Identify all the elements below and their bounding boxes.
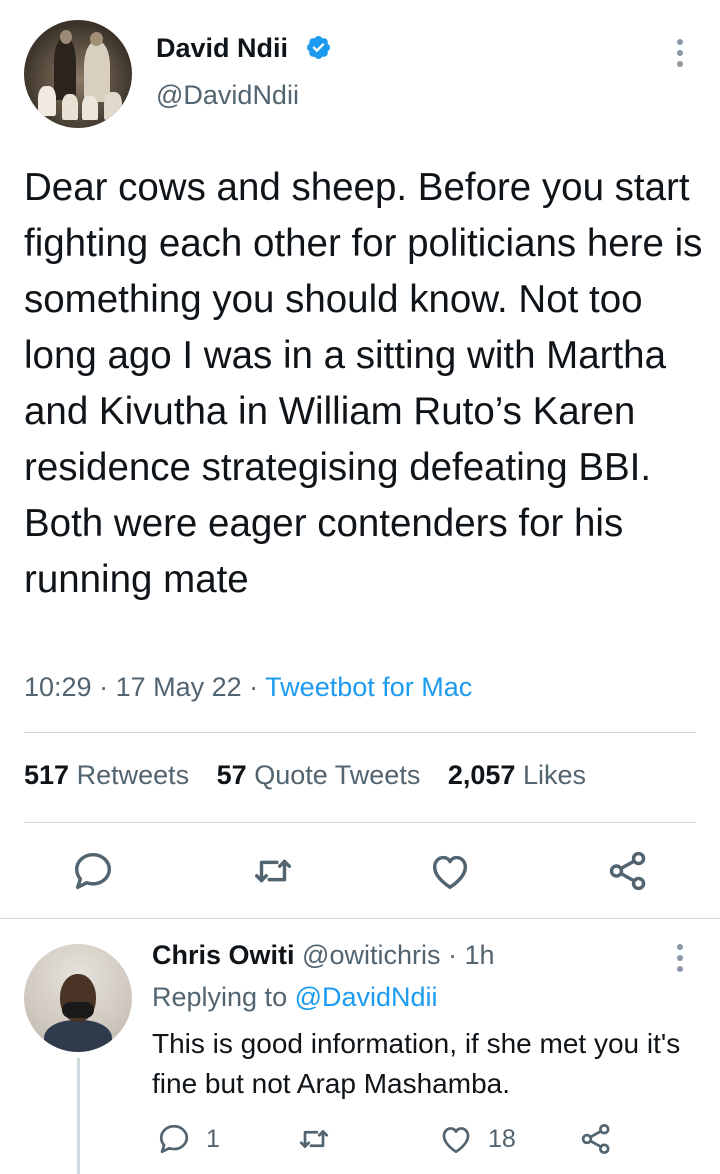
- divider: [0, 918, 720, 919]
- share-icon: [609, 851, 646, 891]
- author-name[interactable]: David Ndii: [156, 33, 288, 64]
- reply-retweet-button[interactable]: [296, 1120, 346, 1158]
- more-vertical-icon[interactable]: [668, 36, 692, 70]
- thread-line: [77, 1058, 80, 1174]
- quotes-stat[interactable]: 57 Quote Tweets: [217, 760, 421, 790]
- divider: [24, 822, 696, 823]
- reply-age: 1h: [464, 940, 495, 970]
- likes-stat[interactable]: 2,057 Likes: [448, 760, 586, 790]
- tweet-stats: 517 Retweets 57 Quote Tweets 2,057 Likes: [24, 760, 606, 791]
- heart-icon: [432, 855, 468, 890]
- author-handle[interactable]: @DavidNdii: [156, 80, 299, 111]
- author-avatar[interactable]: [24, 20, 132, 128]
- reply-share-button[interactable]: [578, 1120, 628, 1158]
- replying-to: Replying to @DavidNdii: [152, 982, 438, 1013]
- quotes-count: 57: [216, 760, 247, 790]
- reply-button[interactable]: [70, 848, 116, 894]
- reply-count: 1: [206, 1124, 220, 1153]
- retweets-label: Retweets: [76, 760, 190, 790]
- replying-to-handle[interactable]: @DavidNdii: [295, 982, 438, 1012]
- reply-header: Chris Owiti @owitichris · 1h: [152, 940, 495, 971]
- retweet-button[interactable]: [250, 848, 296, 894]
- reply-author-name[interactable]: Chris Owiti: [152, 940, 295, 970]
- meta-separator: ·: [241, 672, 266, 702]
- share-button[interactable]: [605, 848, 651, 894]
- source-app-link[interactable]: Tweetbot for Mac: [265, 672, 472, 702]
- reply-author-handle[interactable]: @owitichris: [302, 940, 440, 970]
- tweet-date: 17 May 22: [115, 672, 242, 702]
- likes-count: 2,057: [447, 760, 516, 790]
- retweet-icon: [254, 859, 292, 883]
- reply-icon: [74, 852, 112, 890]
- verified-badge-icon: [306, 35, 331, 60]
- reply-like-count: 18: [488, 1124, 516, 1153]
- reply-like-button[interactable]: 18: [438, 1120, 516, 1158]
- reply-icon: [159, 1124, 189, 1154]
- reply-text: This is good information, if she met you…: [152, 1028, 681, 1099]
- share-icon: [581, 1124, 610, 1154]
- reply-author-avatar[interactable]: [24, 944, 132, 1052]
- divider: [24, 732, 696, 733]
- meta-separator: ·: [91, 672, 116, 702]
- likes-label: Likes: [522, 760, 586, 790]
- retweets-stat[interactable]: 517 Retweets: [24, 760, 189, 790]
- quotes-label: Quote Tweets: [254, 760, 421, 790]
- meta-separator: ·: [440, 940, 465, 970]
- tweet-text: Dear cows and sheep. Before you start fi…: [24, 166, 703, 601]
- tweet-meta: 10:29 · 17 May 22 · Tweetbot for Mac: [24, 672, 472, 703]
- heart-icon: [442, 1127, 470, 1154]
- retweet-icon: [299, 1130, 329, 1148]
- replying-prefix: Replying to: [152, 982, 288, 1012]
- like-button[interactable]: [427, 848, 473, 894]
- retweets-count: 517: [24, 760, 70, 790]
- more-vertical-icon[interactable]: [668, 942, 692, 974]
- reply-reply-button[interactable]: 1: [156, 1120, 220, 1158]
- tweet-time: 10:29: [24, 672, 92, 702]
